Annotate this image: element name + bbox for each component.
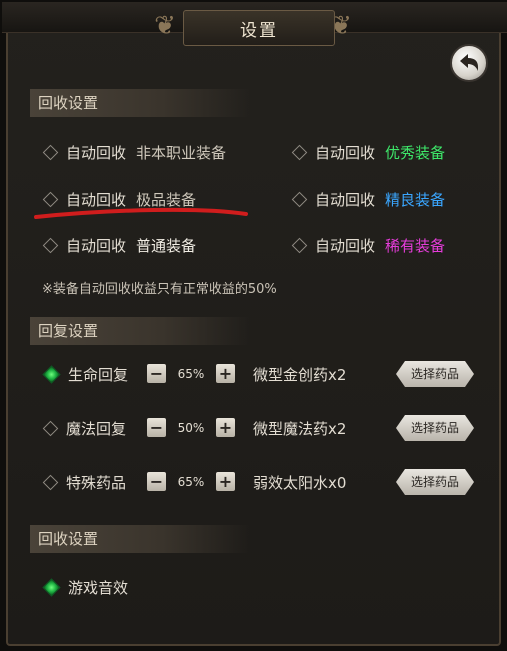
section-recycle-header: 回收设置 [30,89,250,117]
mp-percent-value: 50% [177,420,205,435]
minus-button[interactable]: − [147,418,166,437]
checkbox-icon[interactable] [291,191,308,208]
mp-medicine-label: 微型魔法药x2 [253,420,347,438]
hp-percent-stepper: − 65% + [147,364,235,383]
recycle-option-normal[interactable]: 自动回收 普通装备 [42,235,196,256]
ornament-left-icon: ❦ [154,11,176,41]
recycle-note: ※装备自动回收收益只有正常收益的50% [42,282,277,297]
hp-medicine-label: 微型金创药x2 [253,366,347,384]
section-other-header: 回收设置 [30,525,250,553]
checkbox-icon[interactable] [42,237,59,254]
hp-percent-value: 65% [177,366,205,381]
checkbox-checked-icon[interactable] [42,578,61,597]
checkbox-icon[interactable] [42,474,59,491]
red-underline-annotation [34,207,248,219]
recycle-option-non-class[interactable]: 自动回收 非本职业装备 [42,142,226,163]
back-button[interactable] [450,44,488,82]
special-percent-value: 65% [177,474,205,489]
recover-special-toggle[interactable]: 特殊药品 [42,472,126,493]
recover-mp-toggle[interactable]: 魔法回复 [42,418,126,439]
game-sound-toggle[interactable]: 游戏音效 [42,577,128,598]
plus-button[interactable]: + [216,472,235,491]
section-recover-header: 回复设置 [30,317,250,345]
checkbox-checked-icon[interactable] [42,365,61,384]
checkbox-icon[interactable] [42,420,59,437]
mp-select-medicine-button[interactable]: 选择药品 [396,415,474,441]
panel-title: 设置 [183,10,335,46]
plus-button[interactable]: + [216,364,235,383]
mp-percent-stepper: − 50% + [147,418,235,437]
minus-button[interactable]: − [147,364,166,383]
back-arrow-icon [460,54,478,71]
recycle-option-rare[interactable]: 自动回收 稀有装备 [291,235,445,256]
special-percent-stepper: − 65% + [147,472,235,491]
checkbox-icon[interactable] [291,237,308,254]
checkbox-icon[interactable] [42,144,59,161]
special-medicine-label: 弱效太阳水x0 [253,474,347,492]
hp-select-medicine-button[interactable]: 选择药品 [396,361,474,387]
plus-button[interactable]: + [216,418,235,437]
recycle-option-fine[interactable]: 自动回收 精良装备 [291,189,445,210]
checkbox-icon[interactable] [291,144,308,161]
recover-hp-toggle[interactable]: 生命回复 [42,364,128,385]
minus-button[interactable]: − [147,472,166,491]
recycle-option-excellent[interactable]: 自动回收 优秀装备 [291,142,445,163]
special-select-medicine-button[interactable]: 选择药品 [396,469,474,495]
